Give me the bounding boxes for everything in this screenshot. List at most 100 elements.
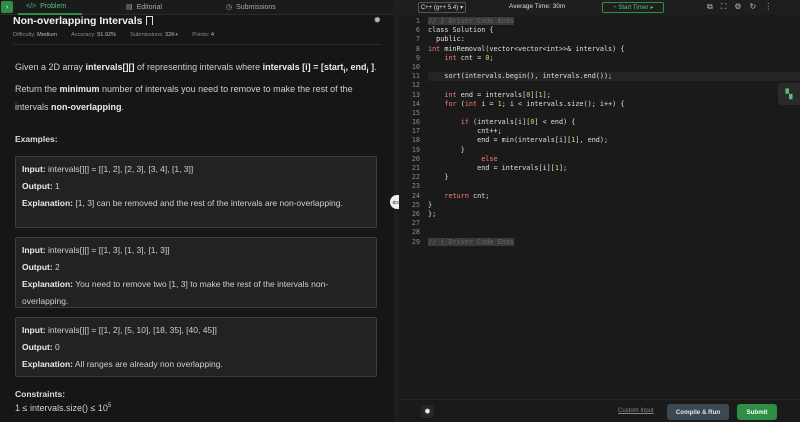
- desc-bold-part: intervals [i] = [start: [262, 62, 344, 72]
- code-lines: // } Driver Code Ends class Solution { p…: [428, 17, 800, 247]
- explanation-label: Explanation:: [22, 198, 74, 208]
- output-value: 2: [52, 262, 60, 272]
- explanation-label: Explanation:: [22, 359, 74, 369]
- constraint-text: 1 ≤ intervals.size() ≤ 10: [15, 403, 108, 413]
- input-value: intervals[][] = [[1, 3], [1, 3], [1, 3]]: [45, 245, 170, 255]
- code-keyword: int: [444, 90, 457, 99]
- code-line: for (int i = 1; i < intervals.size(); i+…: [428, 100, 800, 109]
- code-text: }: [444, 173, 449, 182]
- input-label: Input:: [22, 325, 46, 335]
- chat-icon[interactable]: ▚: [778, 83, 800, 105]
- start-timer-button[interactable]: ◔ Start Timer ▸: [602, 2, 664, 13]
- problem-pane: › </> Problem ▤ Editorial ◷ Submissions …: [0, 0, 394, 422]
- code-line: // } Driver Code Ends: [428, 17, 800, 26]
- code-keyword: if: [460, 118, 469, 127]
- code-text: end = intervals[i][: [477, 164, 555, 172]
- line-number: 27: [411, 219, 420, 228]
- output-value: 1: [52, 181, 60, 191]
- code-text: cnt++;: [477, 127, 502, 136]
- output-label: Output:: [22, 262, 53, 272]
- code-text: (intervals[i][: [468, 118, 531, 127]
- language-select[interactable]: C++ (g++ 5.4) ▾: [418, 2, 466, 13]
- submit-button[interactable]: Submit: [737, 404, 777, 420]
- desc-text: of representing intervals where: [134, 62, 263, 72]
- code-line: };: [428, 210, 800, 219]
- timer-label: Start Timer: [618, 4, 649, 11]
- difficulty: Difficulty: Medium: [13, 32, 57, 38]
- line-number: 13: [411, 90, 420, 99]
- line-number: 11: [411, 72, 420, 81]
- code-text: sort(intervals.begin(), intervals.end())…: [444, 72, 613, 81]
- problem-title-wrap: Non-overlapping Intervals: [13, 11, 153, 29]
- output-label: Output:: [22, 342, 53, 352]
- line-number: 23: [411, 182, 420, 191]
- example-input: Input: intervals[][] = [[1, 3], [1, 3], …: [22, 242, 370, 259]
- code-line: public:: [428, 35, 800, 44]
- code-line-current: sort(intervals.begin(), intervals.end())…: [428, 72, 800, 82]
- points-value: 4: [210, 32, 215, 38]
- line-number: 12: [411, 81, 420, 90]
- code-editor[interactable]: 1 6 7 8 9 10 11 12 13 14 15 16 17 18 19 …: [399, 17, 800, 397]
- copy-icon[interactable]: ⧉: [707, 2, 713, 12]
- lightbulb-icon[interactable]: ✹: [421, 405, 434, 418]
- code-keyword: int: [428, 44, 441, 53]
- code-text: end = min(intervals[i][: [477, 136, 572, 145]
- line-number: 21: [411, 164, 420, 172]
- language-label: C++ (g++ 5.4): [420, 4, 459, 11]
- output-value: 0: [52, 342, 60, 352]
- driver-code-fold[interactable]: // } Driver Code Ends: [428, 17, 514, 25]
- example-explanation: Explanation: [1, 3] can be removed and t…: [22, 195, 370, 212]
- code-line: }: [428, 146, 800, 155]
- code-text: ][: [530, 90, 539, 99]
- line-number: 7: [415, 35, 420, 44]
- line-number: 26: [411, 209, 420, 218]
- code-line: else: [428, 155, 800, 164]
- code-text: }: [460, 145, 465, 154]
- accuracy-label: Accuracy:: [71, 32, 96, 38]
- tab-editorial-label: Editorial: [136, 3, 162, 11]
- app-root: › </> Problem ▤ Editorial ◷ Submissions …: [0, 0, 800, 422]
- code-line: end = intervals[i][1];: [428, 164, 800, 173]
- bookmark-icon[interactable]: [145, 16, 153, 25]
- code-text: (: [456, 99, 465, 108]
- code-text: ], end);: [575, 136, 609, 145]
- bug-report-icon[interactable]: ✹: [373, 15, 381, 26]
- desc-bold: intervals[][]: [85, 62, 135, 72]
- code-text: end = intervals[: [456, 90, 527, 99]
- difficulty-value: Medium: [37, 32, 58, 38]
- settings-icon[interactable]: ⚙: [734, 2, 741, 12]
- compile-run-button[interactable]: Compile & Run: [667, 404, 729, 420]
- clock-icon: ◷: [226, 4, 233, 11]
- submissions-label: Submissions:: [130, 32, 164, 38]
- code-text: cnt =: [456, 53, 486, 62]
- more-icon[interactable]: ⋮: [764, 2, 772, 12]
- code-line: // { Driver Code Ends: [428, 237, 800, 247]
- line-number: 19: [411, 145, 420, 154]
- play-icon: ▸: [650, 4, 654, 11]
- constraint-item: 1 ≤ intervals.size() ≤ 105: [15, 403, 111, 413]
- input-value: intervals[][] = [[1, 2], [5, 10], [18, 3…: [45, 325, 217, 335]
- accuracy-value: 51.92%: [97, 32, 117, 38]
- reset-icon[interactable]: ↻: [750, 2, 757, 12]
- custom-input-link[interactable]: Custom Input: [618, 408, 654, 414]
- code-text: }: [428, 200, 433, 209]
- line-number: 18: [411, 136, 420, 145]
- constraint-exponent: 5: [107, 403, 112, 409]
- driver-code-fold[interactable]: // { Driver Code Ends: [428, 237, 514, 246]
- code-line: if (intervals[i][0] < end) {: [428, 118, 800, 127]
- fullscreen-icon[interactable]: ⛶: [721, 2, 727, 12]
- editor-toolbar: C++ (g++ 5.4) ▾ Average Time: 30m ◔ Star…: [399, 0, 800, 15]
- example-input: Input: intervals[][] = [[1, 2], [2, 3], …: [22, 161, 370, 178]
- code-line: int end = intervals[0][1];: [428, 91, 800, 100]
- desc-bold-part: , end: [345, 62, 367, 72]
- line-number-gutter: 1 6 7 8 9 10 11 12 13 14 15 16 17 18 19 …: [399, 17, 423, 247]
- line-number: 9: [415, 53, 420, 62]
- code-line: class Solution {: [428, 26, 800, 35]
- problem-description: Given a 2D array intervals[][] of repres…: [15, 58, 381, 116]
- collapse-panel-button[interactable]: ›: [1, 1, 13, 13]
- line-number: 22: [411, 173, 420, 182]
